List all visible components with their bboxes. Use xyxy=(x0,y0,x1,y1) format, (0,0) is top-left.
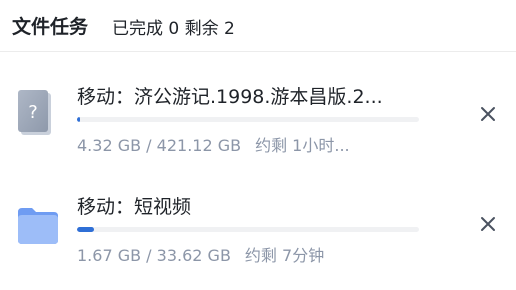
task-meta: 1.67 GB / 33.62 GB 约剩 7分钟 xyxy=(77,242,422,266)
task-name: 移动：济公游记.1998.游本昌版.2... xyxy=(77,86,383,108)
task-item: ? 移动：济公游记.1998.游本昌版.2... 4.32 GB / 421.1… xyxy=(0,70,516,180)
progress-fill xyxy=(77,117,81,122)
task-item: 移动：短视频 1.67 GB / 33.62 GB 约剩 7分钟 xyxy=(0,180,516,290)
progress-bar xyxy=(77,227,419,232)
task-panel-header: 文件任务 已完成 0 剩余 2 xyxy=(0,0,516,52)
unknown-file-icon: ? xyxy=(18,90,51,135)
close-icon[interactable] xyxy=(476,102,500,126)
folder-icon xyxy=(18,208,58,244)
svg-text:?: ? xyxy=(28,102,38,123)
task-name: 移动：短视频 xyxy=(77,196,192,218)
task-meta: 4.32 GB / 421.12 GB 约剩 1小时... xyxy=(77,132,422,156)
panel-title: 文件任务 xyxy=(12,16,89,38)
task-summary: 已完成 0 剩余 2 xyxy=(112,19,235,39)
progress-fill xyxy=(77,227,95,232)
size-text: 1.67 GB / 33.62 GB xyxy=(77,246,231,265)
eta-text: 约剩 1小时... xyxy=(255,136,350,155)
close-icon[interactable] xyxy=(476,212,500,236)
size-text: 4.32 GB / 421.12 GB xyxy=(77,136,242,155)
eta-text: 约剩 7分钟 xyxy=(244,246,325,265)
progress-bar xyxy=(77,117,419,122)
